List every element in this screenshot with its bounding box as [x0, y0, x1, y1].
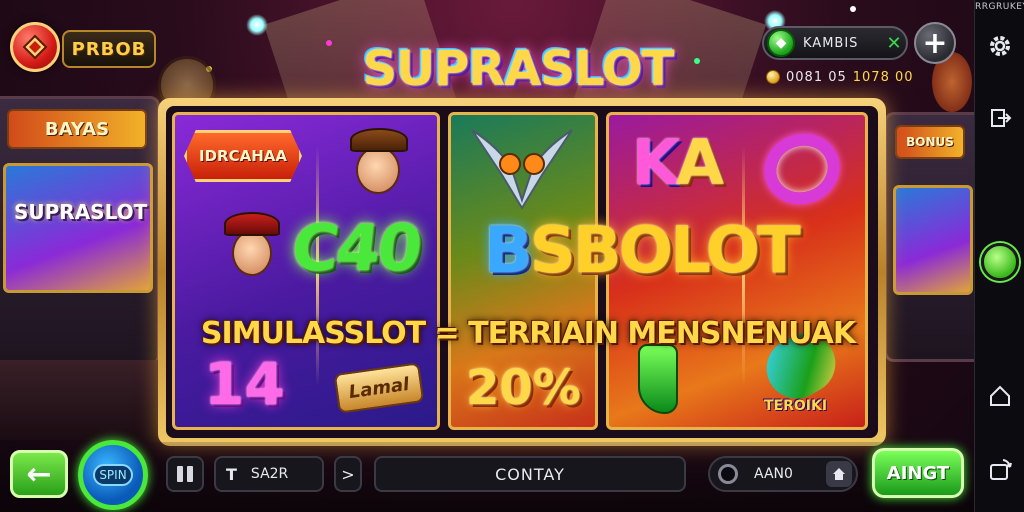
- assistant-bubble-icon[interactable]: [975, 242, 1024, 282]
- rail-label: RRGRUKEY: [975, 2, 1024, 12]
- toggle-ring-icon: [718, 464, 738, 484]
- spin-icon: SPIN: [93, 464, 133, 486]
- symbol-label: TEROIKI: [764, 398, 828, 414]
- auto-play-toggle[interactable]: AAN0: [708, 456, 858, 492]
- auto-value: AAN0: [754, 466, 793, 482]
- game-logo-icon[interactable]: [10, 22, 60, 72]
- exit-icon[interactable]: [975, 98, 1024, 138]
- arcade-screen-right: [893, 185, 973, 295]
- character-symbol: [232, 230, 272, 276]
- reel-word-gold: BSBOLOT: [484, 214, 801, 288]
- boot-symbol: [638, 344, 678, 414]
- balance-readout: 0081 05 1078 00: [766, 66, 916, 88]
- reel-word-rest: SBOLOT: [529, 214, 801, 288]
- action-button[interactable]: AINGT: [872, 448, 964, 498]
- arcade-left-title: SUPRASLOT: [14, 200, 148, 224]
- reel-word-green: C40: [288, 212, 423, 286]
- arcade-machine-left: BAYAS: [0, 96, 160, 366]
- percent-symbol: 20%: [466, 360, 581, 416]
- back-button[interactable]: ←: [10, 450, 68, 498]
- slot-machine: IDRCAHAA KA TEROIKI C40 BSBOLOT SIMULASS…: [158, 98, 886, 446]
- bet-icon: T: [226, 464, 237, 484]
- currency-pill[interactable]: ◆ KAMBIS ✕: [762, 26, 908, 60]
- close-icon[interactable]: ✕: [882, 33, 906, 54]
- letter-symbols: KA: [632, 126, 724, 199]
- sparkle: [326, 40, 332, 46]
- balance-secondary: 1078 00: [852, 69, 914, 85]
- pause-button[interactable]: [166, 456, 204, 492]
- pause-icon: [177, 466, 183, 482]
- home-icon[interactable]: [975, 376, 1024, 416]
- balance-primary: 0081 05: [786, 69, 847, 85]
- arcade-machine-right: BONUS: [884, 112, 974, 362]
- currency-value: KAMBIS: [803, 35, 859, 51]
- owl-emblem-icon: [471, 129, 573, 210]
- add-credits-button[interactable]: +: [914, 22, 956, 64]
- gem-icon: ◆: [767, 29, 795, 57]
- brand-logo: PRBOB: [62, 30, 156, 68]
- ceiling-spotlight: [246, 14, 268, 36]
- system-rail: RRGRUKEY: [974, 0, 1024, 512]
- letter-k: K: [632, 126, 680, 199]
- promo-banner: SIMULASSLOT = TERRIAIN MENSNENUAK: [200, 316, 856, 351]
- bet-display[interactable]: T SA2R: [214, 456, 324, 492]
- arcade-base-left: [0, 360, 160, 440]
- gear-icon[interactable]: [975, 26, 1024, 66]
- number-symbol: 14: [204, 350, 285, 418]
- spin-button[interactable]: SPIN: [78, 440, 148, 510]
- game-title: SUPRASLOT: [362, 41, 675, 97]
- coin-icon: [766, 70, 780, 84]
- bet-value: SA2R: [250, 466, 289, 482]
- arcade-marquee-right: BONUS: [895, 125, 965, 159]
- pause-icon: [187, 466, 193, 482]
- sparkle: [850, 6, 856, 12]
- next-button[interactable]: >: [334, 456, 362, 492]
- character-symbol: [356, 146, 400, 194]
- hat-symbol: [224, 212, 280, 236]
- hat-symbol: [350, 128, 408, 152]
- arcade-screen-left: [3, 163, 153, 293]
- home-small-icon[interactable]: [826, 461, 852, 487]
- arcade-marquee-left: BAYAS: [7, 109, 147, 149]
- slot-reel-window: IDRCAHAA KA TEROIKI C40 BSBOLOT SIMULASS…: [166, 106, 878, 438]
- rotate-icon[interactable]: [975, 450, 1024, 490]
- reel-word-letter: B: [484, 214, 533, 288]
- contay-button[interactable]: CONTAY: [374, 456, 686, 492]
- symbol-tag: IDRCAHAA: [184, 130, 302, 182]
- sparkle: [694, 58, 700, 64]
- letter-a: A: [676, 126, 724, 199]
